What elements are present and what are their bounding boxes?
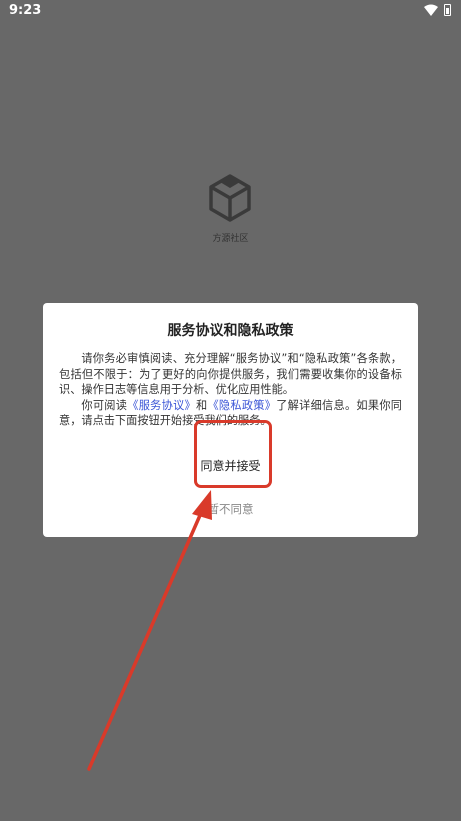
para2-prefix: 你可阅读 — [81, 398, 128, 412]
status-time: 9:23 — [9, 3, 42, 18]
splash-app-name: 方源社区 — [212, 234, 249, 244]
dialog-title: 服务协议和隐私政策 — [167, 323, 294, 339]
para2-and: 和 — [195, 398, 208, 412]
dialog-paragraph-1: 请你务必审慎阅读、充分理解“服务协议”和“隐私政策”各条款，包括但不限于：为了更… — [59, 352, 402, 396]
service-agreement-link[interactable]: 《服务协议》 — [127, 399, 196, 412]
status-bar: 9:23 — [0, 0, 461, 22]
battery-icon — [444, 4, 451, 16]
disagree-button[interactable]: 暂不同意 — [43, 501, 418, 517]
privacy-policy-link[interactable]: 《隐私政策》 — [207, 399, 276, 412]
status-icons — [424, 4, 451, 16]
wifi-icon — [424, 4, 438, 16]
box-logo-icon — [209, 174, 251, 222]
highlight-box — [194, 420, 272, 488]
dialog-body: 请你务必审慎阅读、充分理解“服务协议”和“隐私政策”各条款，包括但不限于：为了更… — [59, 351, 402, 429]
